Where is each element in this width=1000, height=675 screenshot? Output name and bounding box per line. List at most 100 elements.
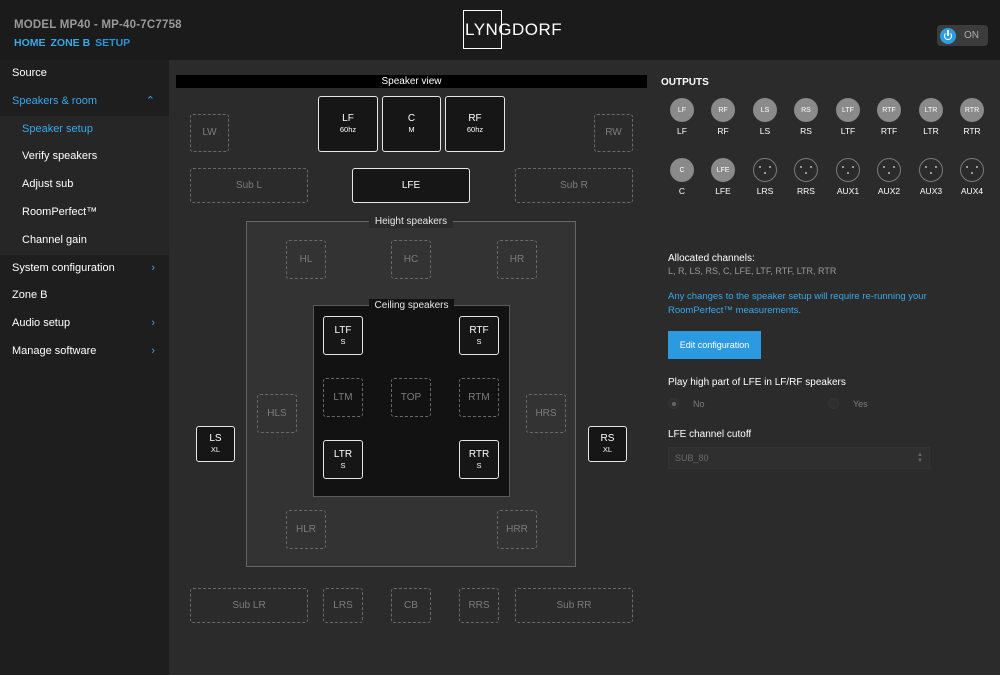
output-lf[interactable]: LF LF bbox=[669, 98, 695, 136]
sidebar-item-roomperfect[interactable]: RoomPerfect™ bbox=[0, 198, 169, 227]
speaker-rtm[interactable]: RTM bbox=[459, 378, 499, 417]
speaker-size: XL bbox=[602, 445, 613, 454]
speaker-sub-l[interactable]: Sub L bbox=[190, 168, 308, 203]
edit-configuration-button[interactable]: Edit configuration bbox=[668, 331, 761, 359]
speaker-name: CB bbox=[404, 599, 418, 611]
output-aux2[interactable]: AUX2 bbox=[876, 158, 902, 196]
speaker-hl[interactable]: HL bbox=[286, 240, 326, 279]
power-toggle[interactable]: ON bbox=[937, 25, 988, 46]
speaker-ls[interactable]: LS XL bbox=[196, 426, 235, 462]
xlr-connector-icon bbox=[794, 158, 818, 182]
output-aux1[interactable]: AUX1 bbox=[835, 158, 861, 196]
output-rtf[interactable]: RTF RTF bbox=[876, 98, 902, 136]
speaker-view-title: Speaker view bbox=[176, 75, 647, 88]
xlr-connector-icon bbox=[919, 158, 943, 182]
sidebar-item-speaker-setup[interactable]: Speaker setup bbox=[0, 115, 169, 144]
output-ls[interactable]: LS LS bbox=[752, 98, 778, 136]
sidebar-item-label: Speaker setup bbox=[22, 122, 93, 135]
speaker-lrs[interactable]: LRS bbox=[323, 588, 363, 623]
output-lrs[interactable]: LRS bbox=[752, 158, 778, 196]
speaker-sub-r[interactable]: Sub R bbox=[515, 168, 633, 203]
speaker-c[interactable]: C M bbox=[382, 96, 441, 152]
lfe-cutoff-select[interactable]: SUB_80 ▲ ▼ bbox=[668, 447, 930, 469]
sidebar-item-label: Channel gain bbox=[22, 233, 87, 246]
speaker-rw[interactable]: RW bbox=[594, 114, 633, 152]
output-label: RTF bbox=[880, 126, 898, 136]
speaker-sub-lr[interactable]: Sub LR bbox=[190, 588, 308, 623]
sidebar-item-zone-b[interactable]: Zone B bbox=[0, 282, 169, 310]
sidebar-item-verify-speakers[interactable]: Verify speakers bbox=[0, 143, 169, 172]
output-ltr[interactable]: LTR LTR bbox=[918, 98, 944, 136]
speaker-rrs[interactable]: RRS bbox=[459, 588, 499, 623]
speaker-cb[interactable]: CB bbox=[391, 588, 431, 623]
speaker-lfe[interactable]: LFE bbox=[352, 168, 470, 203]
sidebar-item-speakers-room[interactable]: Speakers & room ⌃ bbox=[0, 88, 169, 116]
sidebar-item-audio-setup[interactable]: Audio setup › bbox=[0, 310, 169, 338]
speaker-hrr[interactable]: HRR bbox=[497, 510, 537, 549]
output-label: LFE bbox=[715, 186, 731, 196]
speaker-sub-rr[interactable]: Sub RR bbox=[515, 588, 633, 623]
speaker-ltr[interactable]: LTR S bbox=[323, 440, 363, 479]
speaker-hc[interactable]: HC bbox=[391, 240, 431, 279]
output-aux4[interactable]: AUX4 bbox=[959, 158, 985, 196]
speaker-size: S bbox=[476, 460, 482, 470]
speaker-hlr[interactable]: HLR bbox=[286, 510, 326, 549]
lyngdorf-logo: LYNGDORF bbox=[463, 10, 562, 49]
speaker-lw[interactable]: LW bbox=[190, 114, 229, 152]
sidebar-item-source[interactable]: Source bbox=[0, 60, 169, 88]
output-rrs[interactable]: RRS bbox=[793, 158, 819, 196]
output-c[interactable]: CC bbox=[669, 158, 695, 196]
output-circle: LFE bbox=[711, 158, 735, 182]
radio-selected-icon bbox=[668, 398, 679, 409]
speaker-name: LTR bbox=[333, 448, 353, 460]
breadcrumb-setup[interactable]: SETUP bbox=[95, 37, 130, 49]
output-rf[interactable]: RF RF bbox=[710, 98, 736, 136]
speaker-name: Sub RR bbox=[556, 599, 592, 611]
output-circle: LTR bbox=[919, 98, 943, 122]
speaker-ltm[interactable]: LTM bbox=[323, 378, 363, 417]
sidebar-item-label: Speakers & room bbox=[12, 94, 97, 107]
sidebar-item-adjust-sub[interactable]: Adjust sub bbox=[0, 171, 169, 199]
speaker-top[interactable]: TOP bbox=[391, 378, 431, 417]
lfe-cutoff-value: SUB_80 bbox=[675, 453, 709, 463]
sidebar-item-channel-gain[interactable]: Channel gain bbox=[0, 226, 169, 255]
speaker-rf[interactable]: RF 60hz bbox=[445, 96, 505, 152]
speaker-name: HL bbox=[299, 253, 313, 265]
output-lfe[interactable]: LFE LFE bbox=[710, 158, 736, 196]
output-aux3[interactable]: AUX3 bbox=[918, 158, 944, 196]
output-rs[interactable]: RS RS bbox=[793, 98, 819, 136]
output-label: AUX4 bbox=[960, 186, 984, 196]
radio-label: No bbox=[693, 398, 705, 409]
sidebar-item-label: Manage software bbox=[12, 344, 97, 357]
speaker-hr[interactable]: HR bbox=[497, 240, 537, 279]
breadcrumb-home[interactable]: HOME bbox=[14, 37, 46, 49]
speaker-hls[interactable]: HLS bbox=[257, 394, 297, 433]
output-label: RRS bbox=[797, 186, 815, 196]
sidebar-item-manage-software[interactable]: Manage software › bbox=[0, 338, 169, 366]
output-rtr[interactable]: RTR RTR bbox=[959, 98, 985, 136]
speaker-hrs[interactable]: HRS bbox=[526, 394, 566, 433]
speaker-ltf[interactable]: LTF S bbox=[323, 316, 363, 355]
speaker-lf[interactable]: LF 60hz bbox=[318, 96, 378, 152]
play-high-yes-radio[interactable]: Yes bbox=[828, 398, 868, 409]
speaker-name: RRS bbox=[468, 599, 490, 611]
speaker-rtr[interactable]: RTR S bbox=[459, 440, 499, 479]
output-label: AUX2 bbox=[877, 186, 901, 196]
outputs-title: OUTPUTS bbox=[661, 77, 709, 88]
speaker-name: RW bbox=[605, 127, 622, 138]
output-label: LTF bbox=[840, 126, 856, 136]
play-high-no-radio[interactable]: No bbox=[668, 398, 705, 409]
speaker-name: LS bbox=[209, 433, 222, 444]
output-circle: LS bbox=[753, 98, 777, 122]
output-label: LRS bbox=[756, 186, 774, 196]
chevron-right-icon: › bbox=[151, 344, 155, 357]
speaker-size: S bbox=[476, 336, 482, 346]
output-label: RTR bbox=[963, 126, 981, 136]
outputs-panel bbox=[656, 60, 1000, 675]
output-ltf[interactable]: LTF LTF bbox=[835, 98, 861, 136]
sidebar-item-system-configuration[interactable]: System configuration › bbox=[0, 255, 169, 283]
breadcrumb-zone-b[interactable]: ZONE B bbox=[51, 37, 91, 49]
speaker-rtf[interactable]: RTF S bbox=[459, 316, 499, 355]
sidebar-item-label: Audio setup bbox=[12, 317, 71, 330]
speaker-rs[interactable]: RS XL bbox=[588, 426, 627, 462]
